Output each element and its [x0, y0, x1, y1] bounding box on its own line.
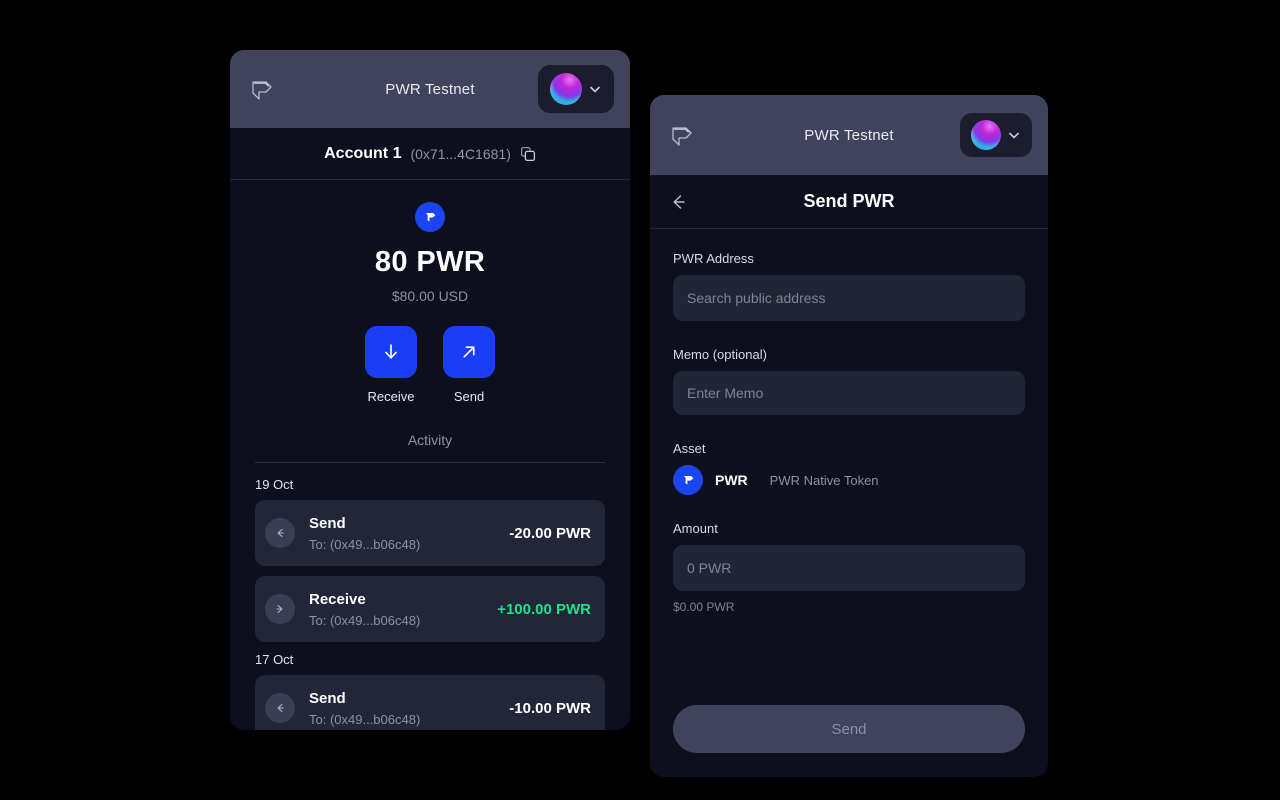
activity-divider	[255, 462, 605, 463]
tx-amount: -20.00 PWR	[509, 524, 591, 542]
tx-kind: Send	[309, 514, 346, 532]
send-button[interactable]	[443, 326, 495, 378]
tx-counterparty: To: (0x49...b06c48)	[309, 536, 421, 552]
balance-block: 80 PWR $80.00 USD Receive Send	[230, 180, 630, 404]
send-label: Send	[453, 389, 485, 404]
asset-selector[interactable]: PWR PWR Native Token	[673, 465, 1025, 495]
arrow-left-icon	[265, 693, 295, 723]
chevron-down-icon	[1009, 132, 1019, 139]
table-row[interactable]: Send To: (0x49...b06c48) -20.00 PWR	[255, 500, 605, 566]
tx-counterparty: To: (0x49...b06c48)	[309, 612, 421, 628]
send-topbar: PWR Testnet	[650, 95, 1048, 175]
balance-fiat: $80.00 USD	[391, 288, 469, 304]
copy-icon[interactable]	[520, 146, 536, 162]
arrow-right-icon	[265, 594, 295, 624]
tx-amount: +100.00 PWR	[497, 600, 591, 618]
account-name: Account 1	[324, 144, 402, 162]
arrow-left-icon	[265, 518, 295, 548]
balance-amount: 80 PWR	[374, 246, 486, 278]
address-input[interactable]	[673, 275, 1025, 321]
account-address: (0x71...4C1681)	[410, 145, 511, 162]
activity-date-group: 17 Oct	[255, 652, 294, 667]
memo-field-label: Memo (optional)	[673, 347, 767, 362]
submit-send-button[interactable]: Send	[673, 705, 1025, 753]
tx-kind: Receive	[309, 590, 366, 608]
receive-button[interactable]	[365, 326, 417, 378]
arrow-up-right-icon	[463, 346, 475, 358]
activity-list[interactable]: 19 Oct Send To: (0x49...b06c48) -20.00 P…	[230, 477, 630, 730]
activity-heading: Activity	[407, 432, 453, 448]
arrow-down-icon	[385, 344, 397, 359]
amount-fiat-hint: $0.00 PWR	[673, 600, 735, 614]
page-title: Send PWR	[803, 191, 895, 211]
chevron-down-icon	[590, 86, 600, 93]
table-row[interactable]: Send To: (0x49...b06c48) -10.00 PWR	[255, 675, 605, 730]
tx-amount: -10.00 PWR	[509, 699, 591, 717]
account-switcher-button[interactable]	[538, 65, 614, 113]
screen: PWR Testnet Account 1 (0x71...4C1681) 80…	[0, 0, 1280, 800]
asset-symbol: PWR	[715, 472, 748, 488]
pwr-logo-icon	[666, 120, 696, 150]
amount-input[interactable]	[673, 545, 1025, 591]
memo-input[interactable]	[673, 371, 1025, 415]
send-panel: PWR Testnet Send PWR PWR Address Memo (o…	[650, 95, 1048, 777]
send-header: Send PWR	[650, 175, 1048, 229]
tx-counterparty: To: (0x49...b06c48)	[309, 711, 421, 727]
send-action[interactable]: Send	[443, 326, 495, 404]
asset-description: PWR Native Token	[769, 472, 879, 488]
address-field-label: PWR Address	[673, 251, 754, 266]
receive-action[interactable]: Receive	[365, 326, 417, 404]
account-avatar	[550, 73, 582, 105]
tx-kind: Send	[309, 689, 346, 707]
send-form: PWR Address Memo (optional) Asset PWR PW…	[650, 229, 1048, 614]
back-arrow-icon[interactable]	[668, 192, 688, 212]
account-avatar	[971, 120, 1001, 150]
pwr-token-icon	[673, 465, 703, 495]
wallet-topbar: PWR Testnet	[230, 50, 630, 128]
pwr-logo-icon	[246, 74, 276, 104]
table-row[interactable]: Receive To: (0x49...b06c48) +100.00 PWR	[255, 576, 605, 642]
action-buttons: Receive Send	[230, 326, 630, 404]
account-switcher-button[interactable]	[960, 113, 1032, 157]
pwr-token-icon	[415, 202, 445, 232]
amount-label: Amount	[673, 521, 718, 536]
wallet-panel: PWR Testnet Account 1 (0x71...4C1681) 80…	[230, 50, 630, 730]
receive-label: Receive	[367, 389, 415, 404]
asset-label: Asset	[673, 441, 706, 456]
account-row[interactable]: Account 1 (0x71...4C1681)	[230, 128, 630, 180]
activity-date-group: 19 Oct	[255, 477, 294, 492]
